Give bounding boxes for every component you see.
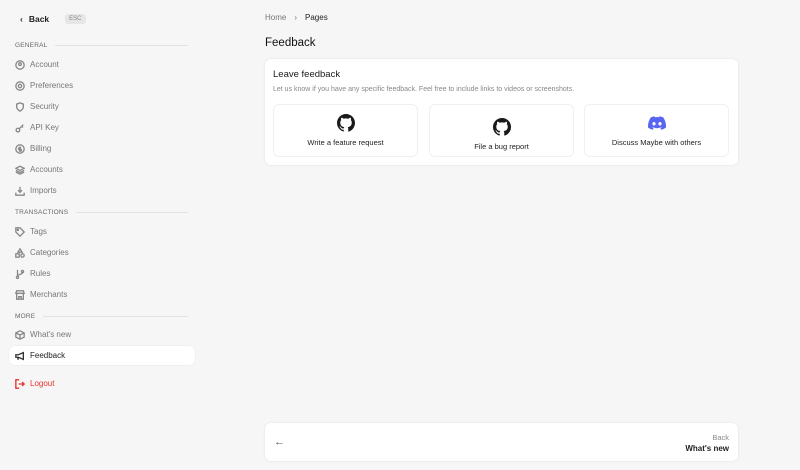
key-icon <box>15 123 24 133</box>
sidebar-item-imports[interactable]: Imports <box>9 181 195 200</box>
breadcrumb: Home › Pages <box>265 13 328 22</box>
shapes-icon <box>15 247 25 258</box>
breadcrumb-current: Pages <box>305 13 328 22</box>
gear-icon <box>15 80 25 91</box>
git-branch-icon <box>15 269 25 279</box>
feedback-card: Leave feedback Let us know if you have a… <box>265 59 738 165</box>
pager-title: What's new <box>685 444 729 453</box>
sidebar-item-feedback[interactable]: Feedback <box>9 346 195 365</box>
discord-button[interactable]: Discuss Maybe with others <box>584 104 729 157</box>
chevron-left-icon: ‹ <box>20 14 23 24</box>
card-title: Leave feedback <box>273 69 341 80</box>
section-transactions: TRANSACTIONS <box>15 209 188 216</box>
tag-icon <box>15 226 25 237</box>
bug-report-button[interactable]: File a bug report <box>429 104 574 157</box>
sidebar-item-merchants[interactable]: Merchants <box>9 285 195 304</box>
arrow-left-icon: ← <box>274 436 285 448</box>
sidebar-item-tags[interactable]: Tags <box>9 222 195 241</box>
sidebar-item-security[interactable]: Security <box>9 97 195 116</box>
section-general: GENERAL <box>15 42 188 49</box>
back-button[interactable]: ‹ Back ESC <box>20 14 86 24</box>
sidebar: ‹ Back ESC GENERAL Account Preferences S… <box>0 0 200 470</box>
card-description: Let us know if you have any specific fee… <box>273 86 575 93</box>
store-icon <box>15 289 25 300</box>
layers-icon <box>15 165 25 175</box>
page-title: Feedback <box>265 37 316 49</box>
sidebar-item-api-key[interactable]: API Key <box>9 118 195 137</box>
discord-icon <box>647 116 666 130</box>
github-icon <box>336 114 355 132</box>
chevron-right-icon: › <box>294 13 298 22</box>
user-circle-icon <box>15 59 25 70</box>
shield-icon <box>16 101 24 112</box>
box-icon <box>15 329 25 340</box>
pager-back-link[interactable]: ← Back What's new <box>265 423 738 461</box>
logout-button[interactable]: Logout <box>9 374 195 393</box>
github-icon <box>492 118 511 136</box>
megaphone-icon <box>15 351 24 360</box>
sidebar-item-preferences[interactable]: Preferences <box>9 76 195 95</box>
breadcrumb-home[interactable]: Home <box>265 13 286 22</box>
sidebar-item-billing[interactable]: Billing <box>9 139 195 158</box>
dollar-circle-icon <box>15 143 25 154</box>
esc-badge: ESC <box>65 14 86 24</box>
sidebar-item-account[interactable]: Account <box>9 55 195 74</box>
sidebar-item-categories[interactable]: Categories <box>9 243 195 262</box>
section-more: MORE <box>15 313 188 320</box>
sidebar-item-whats-new[interactable]: What's new <box>9 325 195 344</box>
sidebar-item-accounts[interactable]: Accounts <box>9 160 195 179</box>
download-icon <box>15 186 25 196</box>
feature-request-button[interactable]: Write a feature request <box>273 104 418 157</box>
logout-icon <box>15 378 25 389</box>
sidebar-item-rules[interactable]: Rules <box>9 264 195 283</box>
